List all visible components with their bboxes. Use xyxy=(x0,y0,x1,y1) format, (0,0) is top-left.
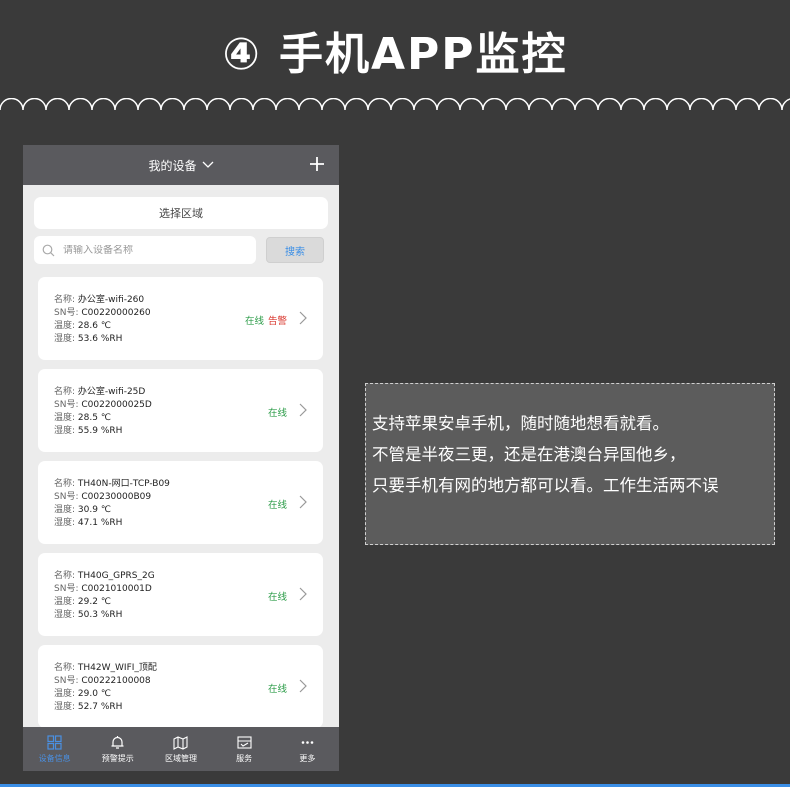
online-badge: 在线 xyxy=(267,684,287,695)
device-card[interactable]: 名称: TH40G_GPRS_2G SN号: C0021010001D 温度: … xyxy=(38,553,323,636)
device-name-row: 名称: TH40N-网口-TCP-B09 xyxy=(54,479,170,489)
tab-alerts[interactable]: 预警提示 xyxy=(88,735,148,764)
tab-service[interactable]: 服务 xyxy=(214,735,274,764)
tab-device-info[interactable]: 设备信息 xyxy=(25,734,85,764)
page-title: ④ 手机APP监控 xyxy=(222,29,568,80)
chevron-down-icon xyxy=(202,161,213,168)
description-line: 只要手机有网的地方都可以看。工作生活两不误 xyxy=(372,476,719,495)
search-icon xyxy=(42,244,55,256)
tab-area-management[interactable]: 区域管理 xyxy=(151,735,211,764)
device-card[interactable]: 名称: TH40N-网口-TCP-B09 SN号: C00230000B09 温… xyxy=(38,461,323,544)
phone-screen: 我的设备 选择区域 搜索 名称: 办公室-wifi-260 SN号: C0022… xyxy=(23,145,339,771)
tab-label: 设备信息 xyxy=(38,753,71,763)
chevron-right-icon xyxy=(299,495,307,509)
description-line: 不管是半夜三更，还是在港澳台异国他乡， xyxy=(372,445,686,464)
device-status: 在线 xyxy=(268,589,287,603)
app-header: 我的设备 xyxy=(23,145,339,185)
online-badge: 在线 xyxy=(267,500,287,511)
store-icon xyxy=(237,735,252,749)
chevron-right-icon xyxy=(299,679,307,693)
header-title: 我的设备 xyxy=(148,158,197,173)
device-hum-row: 湿度: 53.6 %RH xyxy=(54,334,123,344)
description-line: 支持苹果安卓手机，随时随地想看就看。 xyxy=(372,414,669,433)
bell-icon xyxy=(111,735,124,749)
device-hum-row: 湿度: 55.9 %RH xyxy=(54,426,123,436)
device-hum-row: 湿度: 47.1 %RH xyxy=(54,518,123,528)
grid-icon xyxy=(47,734,62,750)
description-box: 支持苹果安卓手机，随时随地想看就看。 不管是半夜三更，还是在港澳台异国他乡， 只… xyxy=(365,383,775,545)
select-area-button[interactable]: 选择区域 xyxy=(34,197,328,229)
alarm-badge: 告警 xyxy=(267,316,287,327)
online-badge: 在线 xyxy=(244,316,264,327)
chevron-right-icon xyxy=(299,403,307,417)
device-status: 在线 告警 xyxy=(245,313,287,327)
device-card[interactable]: 名称: 办公室-wifi-260 SN号: C00220000260 温度: 2… xyxy=(38,277,323,360)
map-icon xyxy=(173,735,189,750)
tab-label: 区域管理 xyxy=(164,753,197,763)
device-hum-row: 湿度: 52.7 %RH xyxy=(54,702,123,712)
search-box[interactable] xyxy=(34,236,256,264)
tab-label: 更多 xyxy=(299,753,316,763)
device-name-row: 名称: TH42W_WIFI_顶配 xyxy=(54,663,157,673)
scalloped-divider xyxy=(0,98,790,111)
device-card[interactable]: 名称: TH42W_WIFI_顶配 SN号: C00222100008 温度: … xyxy=(38,645,323,728)
chevron-right-icon xyxy=(299,311,307,325)
device-status: 在线 xyxy=(268,681,287,695)
chevron-right-icon xyxy=(299,587,307,601)
search-button[interactable]: 搜索 xyxy=(266,237,324,263)
device-name-row: 名称: 办公室-wifi-25D xyxy=(54,387,146,397)
tab-more[interactable]: 更多 xyxy=(277,735,337,764)
search-input[interactable] xyxy=(63,244,243,256)
device-selector[interactable]: 我的设备 xyxy=(148,157,213,174)
device-name-row: 名称: TH40G_GPRS_2G xyxy=(54,571,155,581)
device-status: 在线 xyxy=(268,497,287,511)
add-icon[interactable] xyxy=(307,154,327,174)
tab-label: 预警提示 xyxy=(101,753,134,763)
device-status: 在线 xyxy=(268,405,287,419)
device-card[interactable]: 名称: 办公室-wifi-25D SN号: C0022000025D 温度: 2… xyxy=(38,369,323,452)
device-hum-row: 湿度: 50.3 %RH xyxy=(54,610,123,620)
online-badge: 在线 xyxy=(267,592,287,603)
bottom-tab-bar: 设备信息 预警提示 区域管理 服务 更多 xyxy=(23,727,339,771)
more-icon xyxy=(301,740,314,744)
device-name-row: 名称: 办公室-wifi-260 xyxy=(54,295,145,305)
device-list: 名称: 办公室-wifi-260 SN号: C00220000260 温度: 2… xyxy=(38,277,323,737)
online-badge: 在线 xyxy=(267,408,287,419)
tab-label: 服务 xyxy=(236,753,253,763)
